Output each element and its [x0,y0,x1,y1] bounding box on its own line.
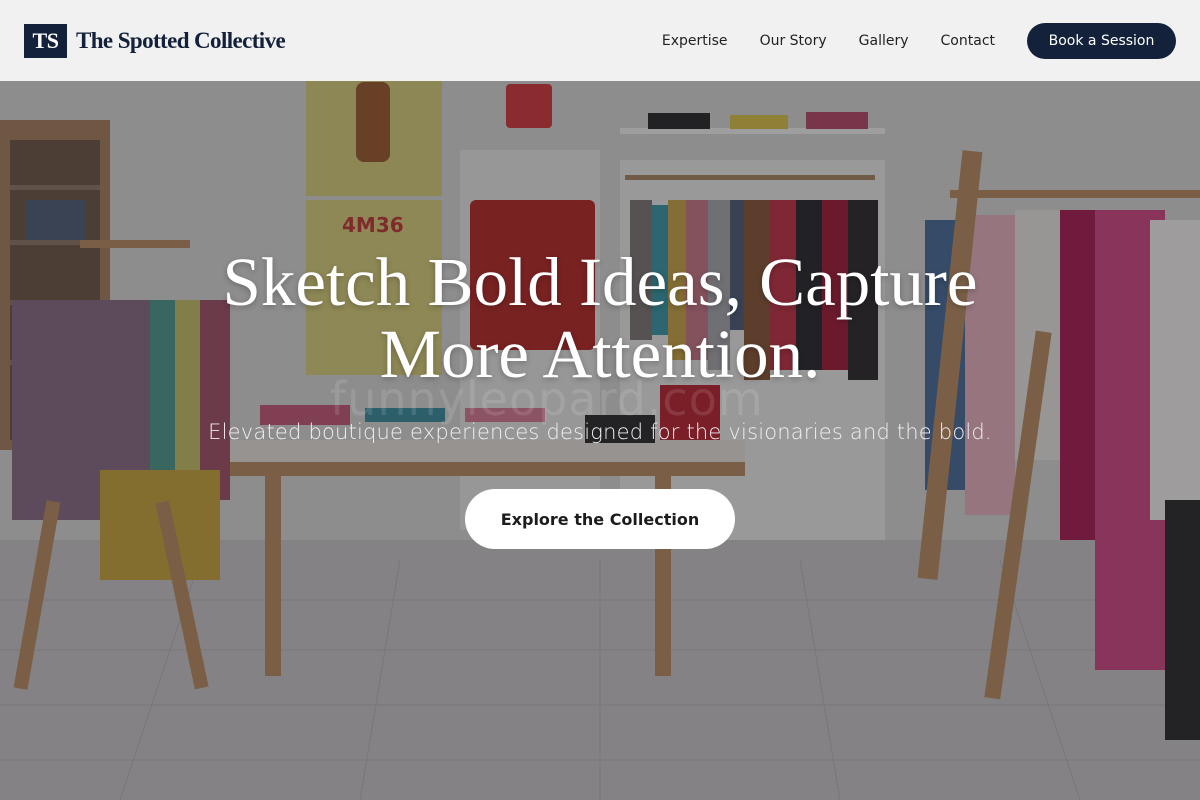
hero-title: Sketch Bold Ideas, Capture More Attentio… [0,246,1200,390]
site-header: TS The Spotted Collective Expertise Our … [0,0,1200,81]
book-session-button[interactable]: Book a Session [1027,22,1176,59]
brand-logo[interactable]: TS The Spotted Collective [24,23,286,58]
brand-name: The Spotted Collective [76,27,286,53]
nav-link-our-story[interactable]: Our Story [760,33,827,49]
nav-link-gallery[interactable]: Gallery [859,33,909,49]
hero-title-line-1: Sketch Bold Ideas, Capture [222,244,978,320]
hero-content: Sketch Bold Ideas, Capture More Attentio… [0,246,1200,549]
nav-link-contact[interactable]: Contact [941,33,995,49]
explore-collection-button[interactable]: Explore the Collection [465,489,735,549]
main-nav: Expertise Our Story Gallery Contact Book… [662,22,1176,59]
hero-title-line-2: More Attention. [379,316,821,392]
hero-subtitle: Elevated boutique experiences designed f… [208,420,992,444]
brand-mark: TS [24,23,67,58]
nav-link-expertise[interactable]: Expertise [662,33,728,49]
